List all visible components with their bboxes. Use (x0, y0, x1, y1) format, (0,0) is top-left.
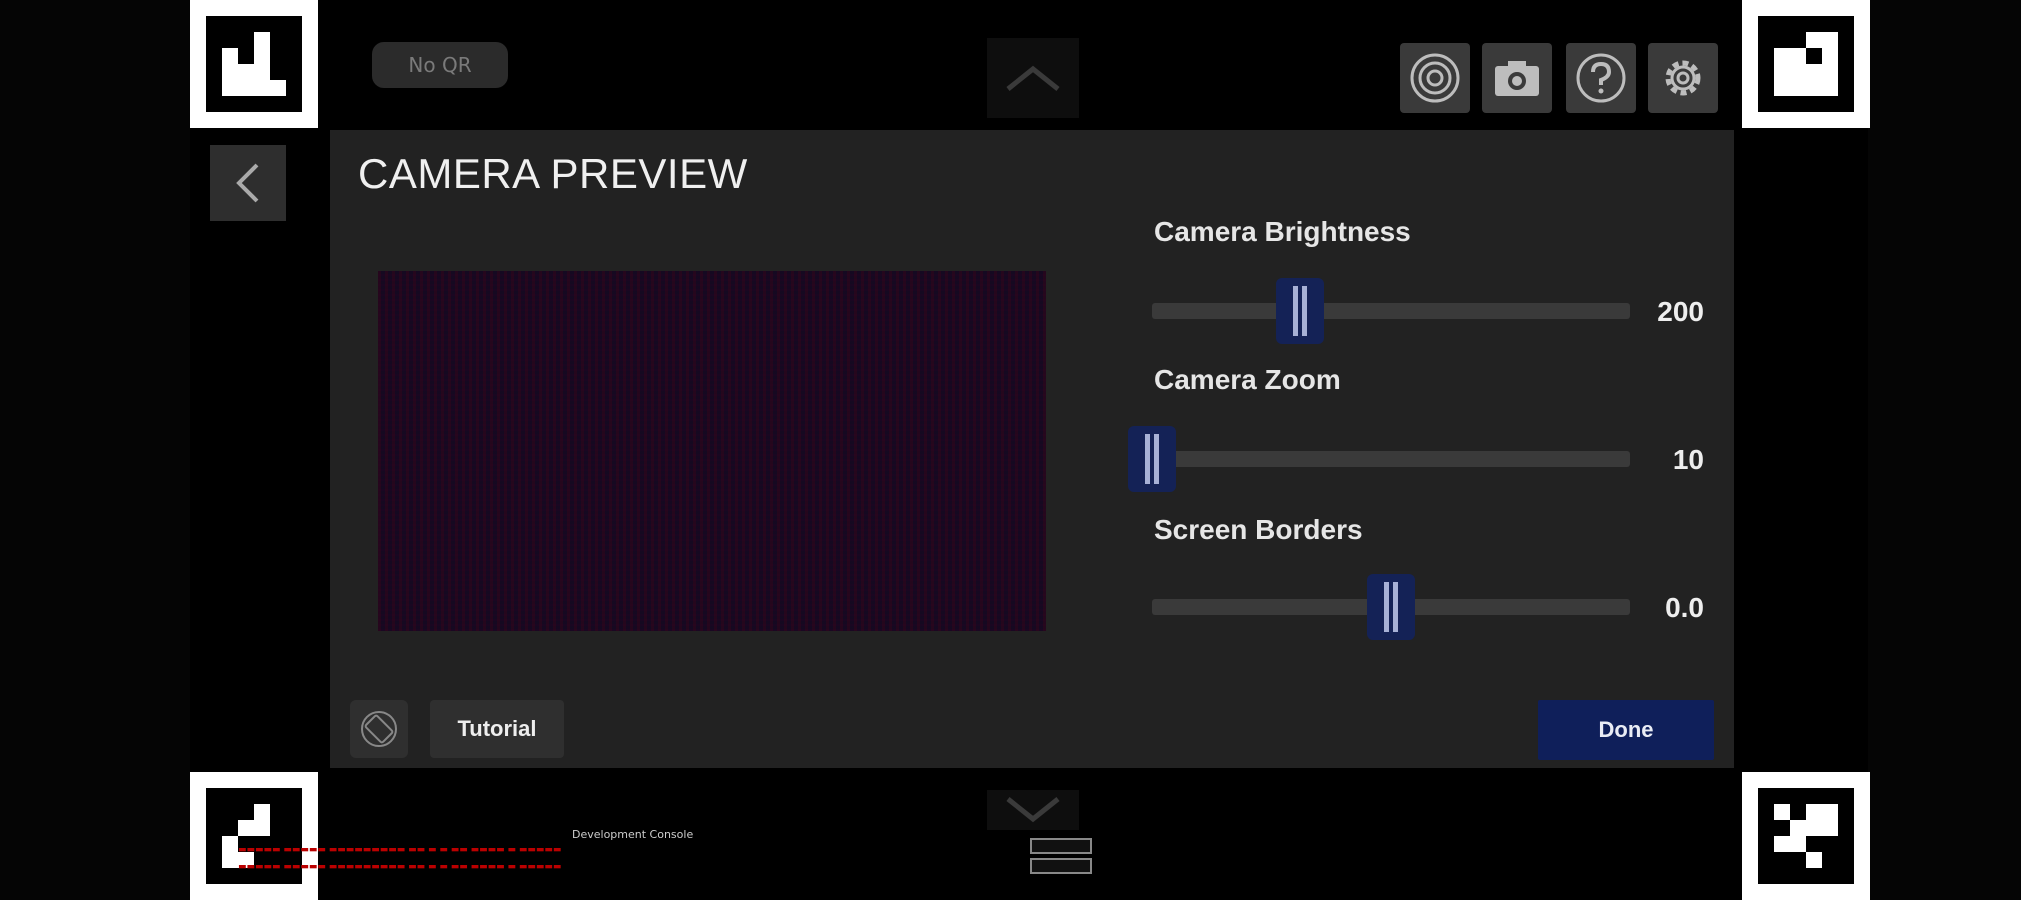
console-toggle-button[interactable] (1030, 838, 1092, 854)
dev-console-line: ▬▬▬▬▬ ▬▬▬▬▬ ▬▬▬▬▬▬▬▬▬ ▬▬ ▬ ▬ ▬▬ ▬▬▬▬ ▬ ▬… (238, 862, 562, 872)
target-button[interactable] (1400, 43, 1470, 113)
help-button[interactable] (1566, 43, 1636, 113)
dev-console-line: ▬▬▬▬▬ ▬▬▬▬▬ ▬▬▬▬▬▬▬▬▬ ▬▬ ▬ ▬ ▬▬ ▬▬▬▬ ▬ ▬… (238, 845, 562, 855)
camera-brightness-slider[interactable] (1152, 278, 1630, 344)
fiducial-marker-bottom-right (1742, 772, 1870, 900)
screen-borders-slider[interactable] (1152, 574, 1630, 640)
camera-preview-panel: CAMERA PREVIEW Camera Brightness 200 Cam… (330, 130, 1734, 768)
dev-console-title: Development Console (572, 828, 694, 841)
camera-icon (1495, 61, 1539, 96)
rotate-icon (361, 711, 397, 747)
camera-zoom-slider[interactable] (1128, 426, 1630, 492)
tutorial-button[interactable]: Tutorial (430, 700, 564, 758)
target-icon (1410, 53, 1460, 103)
chevron-up-button[interactable] (987, 38, 1079, 118)
screen-borders-label: Screen Borders (1154, 514, 1363, 545)
camera-brightness-value: 200 (1657, 296, 1704, 327)
camera-zoom-thumb[interactable] (1128, 426, 1176, 492)
screen-borders-value: 0.0 (1665, 592, 1704, 623)
done-button[interactable]: Done (1538, 700, 1714, 760)
settings-icon (1665, 60, 1701, 96)
fiducial-marker-top-left (190, 0, 318, 128)
left-background (0, 0, 190, 900)
camera-zoom-value: 10 (1672, 444, 1704, 475)
chevron-up-icon (1006, 65, 1060, 91)
settings-button[interactable] (1648, 43, 1718, 113)
chevron-down-button[interactable] (987, 790, 1079, 830)
qr-status-badge: No QR (372, 42, 508, 88)
fiducial-marker-top-right (1742, 0, 1870, 128)
chevron-down-icon (1006, 797, 1060, 823)
camera-zoom-label: Camera Zoom (1154, 364, 1341, 395)
fiducial-marker-bottom-left (190, 772, 318, 900)
right-background (1868, 0, 2021, 900)
page-title: CAMERA PREVIEW (358, 150, 748, 197)
back-button[interactable] (210, 145, 286, 221)
console-clear-button[interactable] (1030, 858, 1092, 874)
help-icon (1576, 53, 1626, 103)
camera-brightness-label: Camera Brightness (1154, 216, 1411, 247)
camera-button[interactable] (1482, 43, 1552, 113)
camera-brightness-thumb[interactable] (1276, 278, 1325, 344)
screen-borders-thumb[interactable] (1367, 574, 1415, 640)
chevron-left-icon (236, 163, 259, 203)
rotate-button[interactable] (350, 700, 408, 758)
camera-preview-image (378, 271, 1046, 631)
